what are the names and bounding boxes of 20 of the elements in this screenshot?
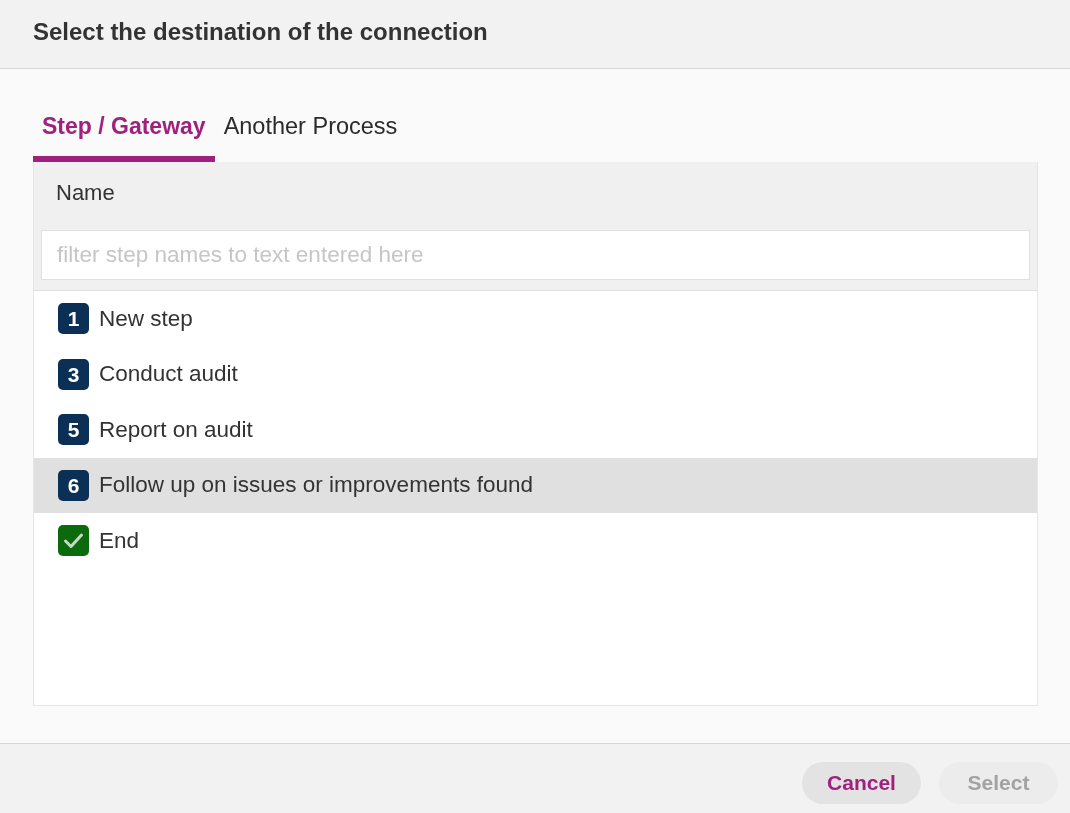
step-name: Report on audit (99, 415, 253, 444)
tab[interactable]: Another Process (214, 103, 407, 162)
step-number: 6 (58, 469, 89, 501)
step-row[interactable]: End (34, 513, 1037, 569)
step-name: Follow up on issues or improvements found (99, 471, 533, 500)
cancel-button[interactable]: Cancel (802, 761, 921, 804)
step-row[interactable]: 3 Conduct audit (34, 346, 1037, 402)
step-row[interactable]: 1 New step (34, 291, 1037, 347)
step-row[interactable]: 6 Follow up on issues or improvements found (34, 457, 1037, 513)
step-number: 3 (58, 358, 89, 390)
step-name: Conduct audit (99, 360, 238, 389)
dialog-title: Select the destination of the connection (33, 17, 488, 47)
column-header: Name (55, 179, 116, 207)
check-icon (58, 525, 89, 557)
step-name: End (99, 526, 140, 555)
step-number: 5 (58, 414, 89, 446)
step-name: New step (99, 304, 193, 333)
step-row[interactable]: 5 Report on audit (34, 402, 1037, 458)
step-number: 1 (58, 303, 89, 335)
filter-field[interactable]: filter step names to text entered here (41, 230, 1030, 280)
